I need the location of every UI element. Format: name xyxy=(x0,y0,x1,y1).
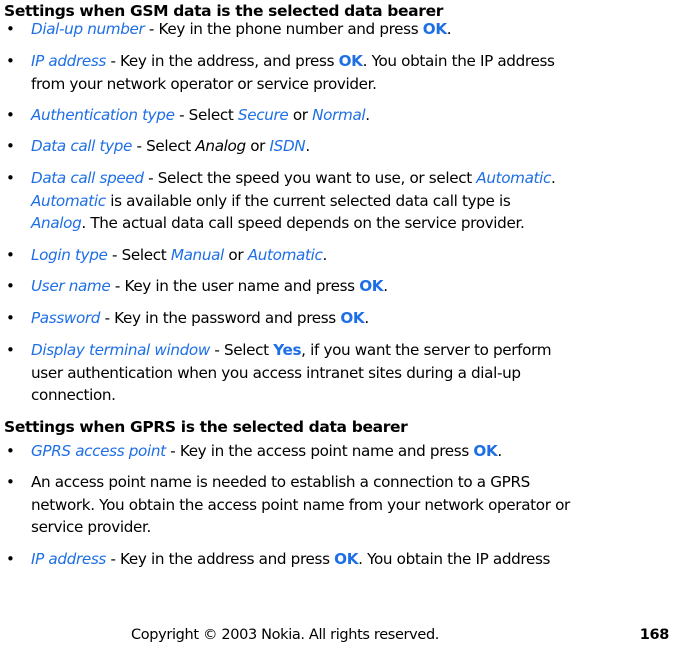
bullet: • xyxy=(6,20,15,38)
section-heading-gprs: Settings when GPRS is the selected data … xyxy=(4,418,408,436)
item-text: service provider. xyxy=(31,518,151,536)
item-text: . You obtain the IP address xyxy=(362,52,555,70)
option-automatic: Automatic xyxy=(247,246,323,264)
option-normal: Normal xyxy=(312,106,366,124)
term-ip-address: IP address xyxy=(31,550,106,568)
term-dial-up-number: Dial-up number xyxy=(31,20,145,38)
term-password: Password xyxy=(31,309,101,327)
term-gprs-access-point: GPRS access point xyxy=(31,442,166,460)
bullet: • xyxy=(6,473,15,491)
item-text: - Select xyxy=(174,106,238,124)
page-number: 168 xyxy=(639,627,670,643)
item-text: , if you want the server to perform xyxy=(301,341,552,359)
item-text: - Key in the address, and press xyxy=(105,52,339,70)
term-ip-address: IP address xyxy=(31,52,106,70)
item-text: - Select xyxy=(107,246,171,264)
bullet: • xyxy=(6,309,15,327)
item-text: . xyxy=(551,169,556,187)
bullet: • xyxy=(6,52,15,70)
bullet: • xyxy=(6,442,15,460)
bullet: • xyxy=(6,246,15,264)
item-text: . xyxy=(305,137,310,155)
option-isdn: ISDN xyxy=(269,137,306,155)
option-automatic: Automatic xyxy=(476,169,552,187)
bullet: • xyxy=(6,550,15,568)
bullet: • xyxy=(6,106,15,124)
bullet: • xyxy=(6,341,15,359)
item-text: . xyxy=(383,277,388,295)
item-text: . xyxy=(322,246,327,264)
bullet: • xyxy=(6,169,15,187)
item-text: . xyxy=(497,442,502,460)
item-text: or xyxy=(223,246,248,264)
copyright-notice: Copyright © 2003 Nokia. All rights reser… xyxy=(131,627,440,643)
item-text: . You obtain the IP address xyxy=(358,550,551,568)
key-ok: OK xyxy=(473,442,498,460)
key-ok: OK xyxy=(340,309,365,327)
item-text: connection. xyxy=(31,386,116,404)
option-manual: Manual xyxy=(170,246,224,264)
option-analog: Analog xyxy=(31,214,82,232)
item-text: - Select xyxy=(132,137,196,155)
term-user-name: User name xyxy=(31,277,111,295)
item-text: or xyxy=(245,137,270,155)
item-text: . xyxy=(446,20,452,38)
key-ok: OK xyxy=(422,20,447,38)
term-login-type: Login type xyxy=(31,246,108,264)
key-ok: OK xyxy=(359,277,384,295)
item-text: An access point name is needed to establ… xyxy=(31,473,530,491)
item-text: - Select xyxy=(209,341,274,359)
term-data-call-type: Data call type xyxy=(31,137,133,155)
item-text: user authentication when you access intr… xyxy=(31,363,521,382)
term-display-terminal-window: Display terminal window xyxy=(31,341,210,359)
item-text: - Key in the phone number and press xyxy=(144,20,423,38)
item-text: - Key in the user name and press xyxy=(110,277,360,295)
item-text: or xyxy=(288,106,313,124)
term-authentication-type: Authentication type xyxy=(31,106,175,124)
item-text: . The actual data call speed depends on … xyxy=(81,214,525,232)
option-secure: Secure xyxy=(237,106,289,124)
item-text: from your network operator or service pr… xyxy=(31,74,377,93)
option-analog: Analog xyxy=(195,137,246,155)
key-yes: Yes xyxy=(273,341,302,359)
item-text: - Select the speed you want to use, or s… xyxy=(143,169,477,187)
key-ok: OK xyxy=(338,52,363,70)
bullet: • xyxy=(6,277,15,295)
item-text: - Key in the address and press xyxy=(105,550,335,568)
item-text: . xyxy=(365,106,370,124)
key-ok: OK xyxy=(334,550,359,568)
bullet: • xyxy=(6,137,15,155)
option-automatic: Automatic xyxy=(31,191,106,210)
item-text: network. You obtain the access point nam… xyxy=(31,495,570,514)
item-text: . xyxy=(364,309,369,327)
item-text: - Key in the access point name and press xyxy=(165,442,474,460)
item-text: is available only if the current selecte… xyxy=(105,191,511,210)
term-data-call-speed: Data call speed xyxy=(31,169,144,187)
item-text: - Key in the password and press xyxy=(100,309,341,327)
